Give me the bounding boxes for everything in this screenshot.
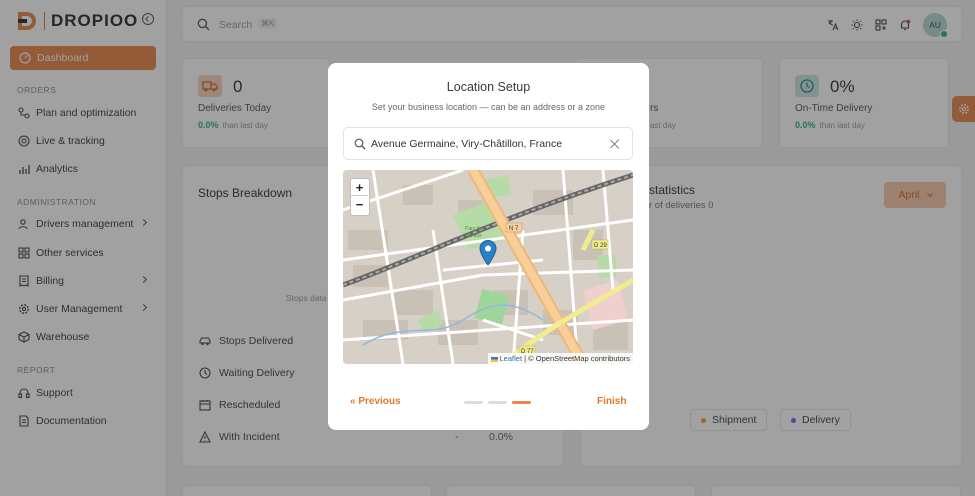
zoom-in-button[interactable]: +: [351, 179, 368, 196]
zoom-out-button[interactable]: −: [351, 196, 368, 213]
location-input[interactable]: [371, 136, 606, 152]
modal-title: Location Setup: [446, 80, 531, 94]
map-label: N 7: [509, 226, 519, 232]
zoom-control: + −: [350, 178, 370, 216]
map-pin-icon[interactable]: [479, 240, 497, 266]
step-dot-active: [512, 401, 531, 404]
step-dot: [488, 401, 507, 404]
svg-text:pré aux: pré aux: [465, 233, 482, 239]
location-setup-modal: Location Setup Set your business locatio…: [328, 63, 649, 430]
search-icon: [354, 138, 366, 150]
step-indicator: [464, 401, 531, 404]
map[interactable]: N 7 D 29 D 77 Parc du pré aux + − Leafle…: [343, 170, 633, 364]
leaflet-link[interactable]: Leaflet: [500, 354, 523, 363]
location-search: [343, 127, 633, 160]
map-attribution: Leaflet | © OpenStreetMap contributors: [487, 353, 633, 364]
map-tiles: N 7 D 29 D 77 Parc du pré aux: [343, 170, 633, 364]
step-dot: [464, 401, 483, 404]
svg-text:Parc du: Parc du: [465, 226, 482, 232]
finish-button[interactable]: Finish: [597, 396, 626, 407]
previous-button[interactable]: « Previous: [350, 396, 401, 407]
map-label: D 29: [594, 243, 607, 249]
clear-icon[interactable]: [610, 139, 620, 149]
osm-link[interactable]: OpenStreetMap contributors: [536, 354, 630, 363]
modal-subtitle: Set your business location — can be an a…: [371, 102, 606, 112]
